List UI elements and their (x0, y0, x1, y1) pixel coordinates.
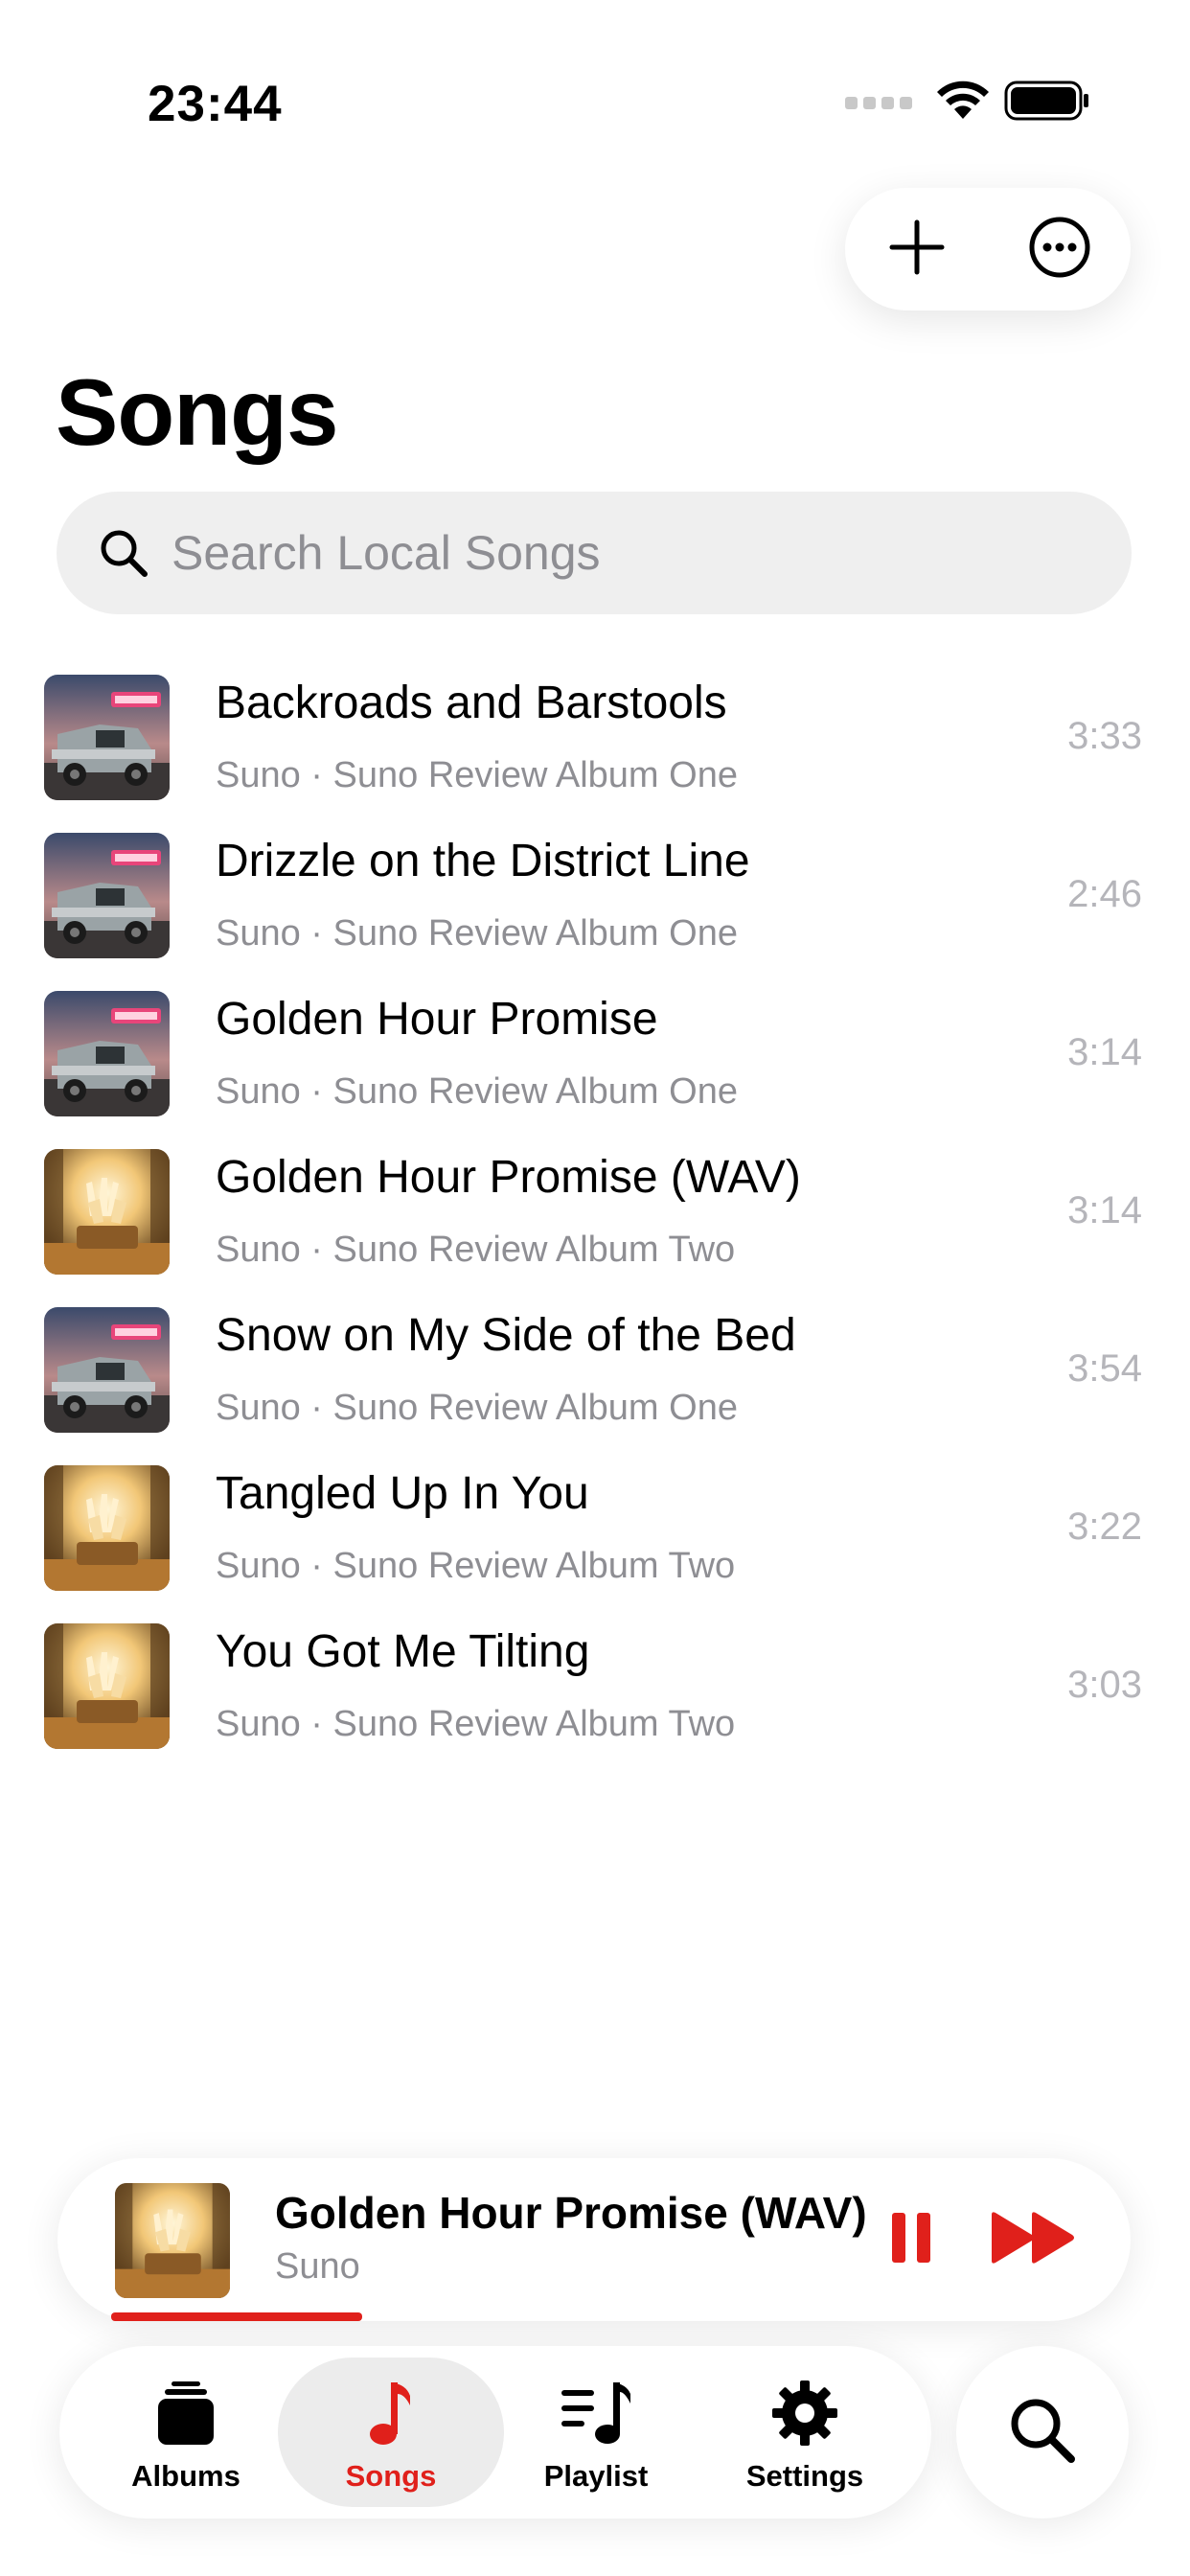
song-subtitle: Suno · Suno Review Album Two (216, 1704, 736, 1744)
status-icons (845, 80, 1090, 126)
song-duration: 3:14 (1067, 1189, 1142, 1231)
song-subtitle: Suno · Suno Review Album One (216, 1071, 738, 1112)
mini-player[interactable]: Golden Hour Promise (WAV) Suno (57, 2158, 1131, 2321)
song-title: You Got Me Tilting (216, 1626, 590, 1677)
song-duration: 3:22 (1067, 1506, 1142, 1548)
status-time: 23:44 (148, 76, 283, 132)
song-row[interactable]: You Got Me Tilting Suno · Suno Review Alb… (0, 1620, 1190, 1778)
header-actions (845, 188, 1131, 310)
page-title: Songs (56, 359, 338, 465)
tab-songs[interactable]: Songs (278, 2358, 504, 2507)
more-button[interactable] (1021, 211, 1098, 288)
now-playing-artwork (115, 2183, 230, 2298)
tab-albums[interactable]: Albums (73, 2358, 299, 2507)
music-note-icon (278, 2379, 504, 2448)
playback-progress-fill (111, 2312, 363, 2321)
now-playing-title: Golden Hour Promise (WAV) (275, 2188, 867, 2238)
song-subtitle: Suno · Suno Review Album Two (216, 1546, 736, 1586)
next-track-button[interactable] (981, 2206, 1087, 2273)
song-artwork (44, 1149, 170, 1275)
song-row[interactable]: Golden Hour Promise Suno · Suno Review Al… (0, 987, 1190, 1145)
gear-icon (692, 2379, 918, 2448)
forward-icon (990, 2211, 1078, 2269)
song-duration: 3:14 (1067, 1031, 1142, 1073)
song-duration: 2:46 (1067, 873, 1142, 915)
song-row[interactable]: Snow on My Side of the Bed Suno · Suno Re… (0, 1303, 1190, 1461)
song-row[interactable]: Backroads and Barstools Suno · Suno Revie… (0, 671, 1190, 829)
song-title: Backroads and Barstools (216, 678, 727, 728)
song-title: Golden Hour Promise (WAV) (216, 1152, 801, 1203)
add-button[interactable] (879, 211, 955, 288)
pause-icon (890, 2211, 932, 2269)
song-subtitle: Suno · Suno Review Album One (216, 755, 738, 795)
search-tab-button[interactable] (956, 2346, 1129, 2518)
tab-albums-label: Albums (131, 2459, 240, 2493)
playback-progress-bar[interactable] (111, 2312, 1077, 2321)
song-artwork (44, 1307, 170, 1433)
song-subtitle: Suno · Suno Review Album Two (216, 1230, 736, 1270)
playlist-icon (483, 2379, 709, 2448)
song-artwork (44, 1623, 170, 1749)
song-title: Tangled Up In You (216, 1468, 589, 1519)
tab-bar: Albums Songs Playlist Settings (59, 2346, 931, 2518)
tab-songs-label: Songs (345, 2459, 437, 2493)
search-icon (1008, 2396, 1077, 2470)
now-playing-artist: Suno (275, 2246, 360, 2287)
search-bar[interactable] (57, 492, 1132, 614)
song-row[interactable]: Tangled Up In You Suno · Suno Review Albu… (0, 1461, 1190, 1620)
tab-settings-label: Settings (745, 2459, 864, 2493)
tab-playlist-label: Playlist (543, 2459, 649, 2493)
song-title: Snow on My Side of the Bed (216, 1310, 796, 1361)
wifi-icon (935, 80, 991, 126)
song-duration: 3:03 (1067, 1664, 1142, 1706)
song-row[interactable]: Drizzle on the District Line Suno · Suno … (0, 829, 1190, 987)
song-row[interactable]: Golden Hour Promise (WAV) Suno · Suno Rev… (0, 1145, 1190, 1303)
song-artwork (44, 1465, 170, 1591)
song-subtitle: Suno · Suno Review Album One (216, 1388, 738, 1428)
song-title: Drizzle on the District Line (216, 836, 750, 886)
song-artwork (44, 991, 170, 1116)
song-artwork (44, 675, 170, 800)
tab-settings[interactable]: Settings (692, 2358, 918, 2507)
tab-playlist[interactable]: Playlist (483, 2358, 709, 2507)
song-title: Golden Hour Promise (216, 994, 658, 1045)
albums-stack-icon (73, 2379, 299, 2448)
song-duration: 3:33 (1067, 715, 1142, 757)
search-input[interactable] (170, 524, 1036, 582)
search-icon (97, 526, 150, 580)
cellular-signal-icon (845, 97, 912, 109)
battery-icon (1004, 80, 1090, 126)
song-artwork (44, 833, 170, 958)
song-duration: 3:54 (1067, 1347, 1142, 1390)
pause-button[interactable] (878, 2206, 945, 2273)
ellipsis-circle-icon (1028, 216, 1091, 284)
plus-icon (889, 219, 945, 280)
song-subtitle: Suno · Suno Review Album One (216, 913, 738, 954)
